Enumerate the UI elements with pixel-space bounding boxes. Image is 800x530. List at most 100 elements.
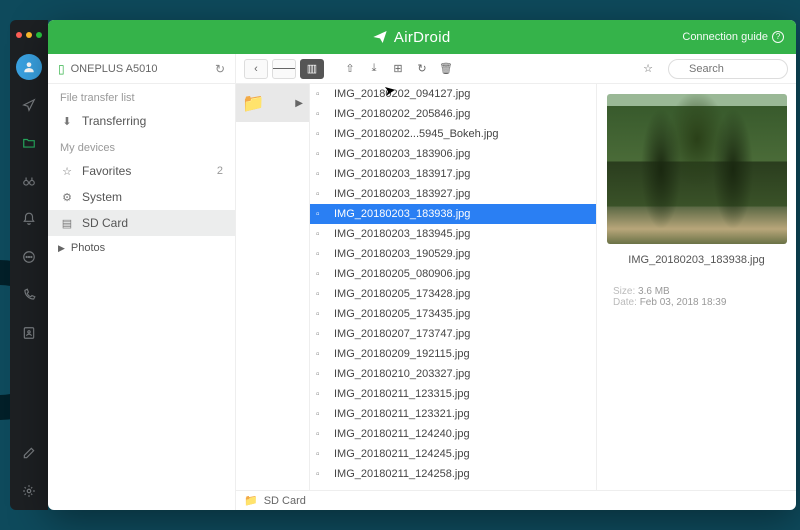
column-view-button[interactable]: ▥ (300, 59, 324, 79)
help-icon: ? (772, 31, 784, 43)
toolbar: ‹ ▥ ⇧ ⤓ ⊞ ↻ 🗑 ☆ 🔍 (236, 54, 796, 84)
nav-edit-icon[interactable] (16, 440, 42, 466)
file-row[interactable]: ▫IMG_20180211_124240.jpg (310, 424, 596, 444)
file-name: IMG_20180202_205846.jpg (334, 108, 470, 120)
file-row[interactable]: ▫IMG_20180205_173435.jpg (310, 304, 596, 324)
file-icon: ▫ (316, 429, 328, 440)
file-row[interactable]: ▫IMG_20180203_183917.jpg (310, 164, 596, 184)
preview-panel: IMG_20180203_183938.jpg Size: 3.6 MB Dat… (596, 84, 796, 490)
file-row[interactable]: ▫IMG_20180203_183927.jpg (310, 184, 596, 204)
device-name: ONEPLUS A5010 (71, 63, 209, 75)
star-icon: ☆ (60, 165, 74, 178)
refresh-icon[interactable]: ↻ (215, 62, 225, 76)
preview-meta: Size: 3.6 MB Date: Feb 03, 2018 18:39 (607, 286, 726, 308)
back-button[interactable]: ‹ (244, 59, 268, 79)
file-row[interactable]: ▫IMG_20180207_173747.jpg (310, 324, 596, 344)
app-vertical-nav (10, 20, 48, 510)
folder-tile[interactable]: 📁 ▶ (236, 84, 309, 122)
sidebar-item-label: SD Card (82, 216, 128, 230)
file-name: IMG_20180211_124258.jpg (334, 468, 470, 480)
file-icon: ▫ (316, 229, 328, 240)
nav-binoculars-icon[interactable] (16, 168, 42, 194)
section-file-transfer: File transfer list (48, 84, 235, 108)
refresh-button[interactable]: ↻ (412, 59, 432, 79)
file-row[interactable]: ▫IMG_20180202_094127.jpg (310, 84, 596, 104)
file-icon: ▫ (316, 189, 328, 200)
status-bar: 📁 SD Card (236, 490, 796, 510)
file-icon: ▫ (316, 109, 328, 120)
chevron-right-icon: ▶ (58, 243, 65, 254)
file-row[interactable]: ▫ IMG_20180211_123321.jpg (310, 404, 596, 424)
file-row[interactable]: ▫IMG_20180203_183945.jpg (310, 224, 596, 244)
nav-call-icon[interactable] (16, 282, 42, 308)
file-row[interactable]: ▫IMG_20180203_183938.jpg (310, 204, 596, 224)
close-window[interactable] (16, 32, 22, 38)
nav-files-icon[interactable] (16, 130, 42, 156)
preview-filename: IMG_20180203_183938.jpg (628, 254, 764, 266)
device-row[interactable]: ▯ ONEPLUS A5010 ↻ (48, 54, 235, 84)
file-name: IMG_20180211_124245.jpg (334, 448, 470, 460)
list-view-button[interactable] (272, 59, 296, 79)
transferring-label: Transferring (82, 114, 146, 128)
file-row[interactable]: ▫IMG_20180205_173428.jpg (310, 284, 596, 304)
file-icon: ▫ (316, 249, 328, 260)
file-name: IMG_20180203_190529.jpg (334, 248, 470, 260)
folder-column: 📁 ▶ (236, 84, 310, 490)
new-folder-button[interactable]: ⊞ (388, 59, 408, 79)
nav-send-icon[interactable] (16, 92, 42, 118)
preview-date: Feb 03, 2018 18:39 (640, 297, 727, 308)
file-name: IMG_20180211_123321.jpg (334, 408, 470, 420)
file-name: IMG_20180202...5945_Bokeh.jpg (334, 128, 499, 140)
chevron-right-icon: ▶ (295, 98, 303, 109)
file-icon: ▫ (316, 209, 328, 220)
file-name: IMG_20180203_183906.jpg (334, 148, 470, 160)
sdcard-icon: ▤ (60, 217, 74, 230)
minimize-window[interactable] (26, 32, 32, 38)
maximize-window[interactable] (36, 32, 42, 38)
sidebar-item-favorites[interactable]: ☆ Favorites 2 (48, 158, 235, 184)
sidebar-item-label: Favorites (82, 164, 131, 178)
nav-profile[interactable] (16, 54, 42, 80)
file-row[interactable]: ▫ IMG_20180203_190529.jpg (310, 244, 596, 264)
connection-guide-link[interactable]: Connection guide ? (682, 31, 784, 43)
file-row[interactable]: ▫IMG_20180209_192115.jpg (310, 344, 596, 364)
gear-icon: ⚙ (60, 191, 74, 204)
file-name: IMG_20180205_173428.jpg (334, 288, 470, 300)
sidebar-item-label: System (82, 190, 122, 204)
file-row[interactable]: ▫IMG_20180211_124258.jpg (310, 464, 596, 484)
transferring-item[interactable]: ⬇ Transferring (48, 108, 235, 134)
preview-size: 3.6 MB (638, 286, 670, 297)
delete-button[interactable]: 🗑 (436, 59, 456, 79)
file-row[interactable]: ▫IMG_20180203_183906.jpg (310, 144, 596, 164)
nav-contacts-icon[interactable] (16, 320, 42, 346)
nav-settings-icon[interactable] (16, 478, 42, 504)
file-row[interactable]: ▫IMG_20180205_080906.jpg (310, 264, 596, 284)
file-icon: ▫ (316, 389, 328, 400)
file-icon: ▫ (316, 269, 328, 280)
folder-icon: 📁 (242, 93, 264, 114)
file-icon: ▫ (316, 409, 328, 420)
file-icon: ▫ (316, 449, 328, 460)
file-row[interactable]: ▫ IMG_20180211_124245.jpg (310, 444, 596, 464)
nav-bell-icon[interactable] (16, 206, 42, 232)
tree-item-label: Photos (71, 242, 105, 254)
file-name: IMG_20180207_173747.jpg (334, 328, 470, 340)
favorites-count: 2 (217, 165, 223, 177)
upload-button[interactable]: ⇧ (340, 59, 360, 79)
file-row[interactable]: ▫ IMG_20180202_205846.jpg (310, 104, 596, 124)
favorite-button[interactable]: ☆ (638, 59, 658, 79)
download-button[interactable]: ⤓ (364, 59, 384, 79)
side-panel: ▯ ONEPLUS A5010 ↻ File transfer list ⬇ T… (48, 54, 236, 510)
file-row[interactable]: ▫IMG_20180202...5945_Bokeh.jpg (310, 124, 596, 144)
file-name: IMG_20180209_192115.jpg (334, 348, 470, 360)
nav-chat-icon[interactable] (16, 244, 42, 270)
file-row[interactable]: ▫IMG_20180210_203327.jpg (310, 364, 596, 384)
phone-icon: ▯ (58, 62, 65, 76)
search-input[interactable] (668, 59, 788, 79)
tree-item-photos[interactable]: ▶ Photos (48, 236, 235, 260)
file-name: IMG_20180203_183917.jpg (334, 168, 470, 180)
sidebar-item-sdcard[interactable]: ▤ SD Card (48, 210, 235, 236)
sidebar-item-system[interactable]: ⚙ System (48, 184, 235, 210)
file-row[interactable]: ▫IMG_20180211_123315.jpg (310, 384, 596, 404)
file-list[interactable]: ▫IMG_20180202_094127.jpg ▫ IMG_20180202_20… (310, 84, 596, 490)
